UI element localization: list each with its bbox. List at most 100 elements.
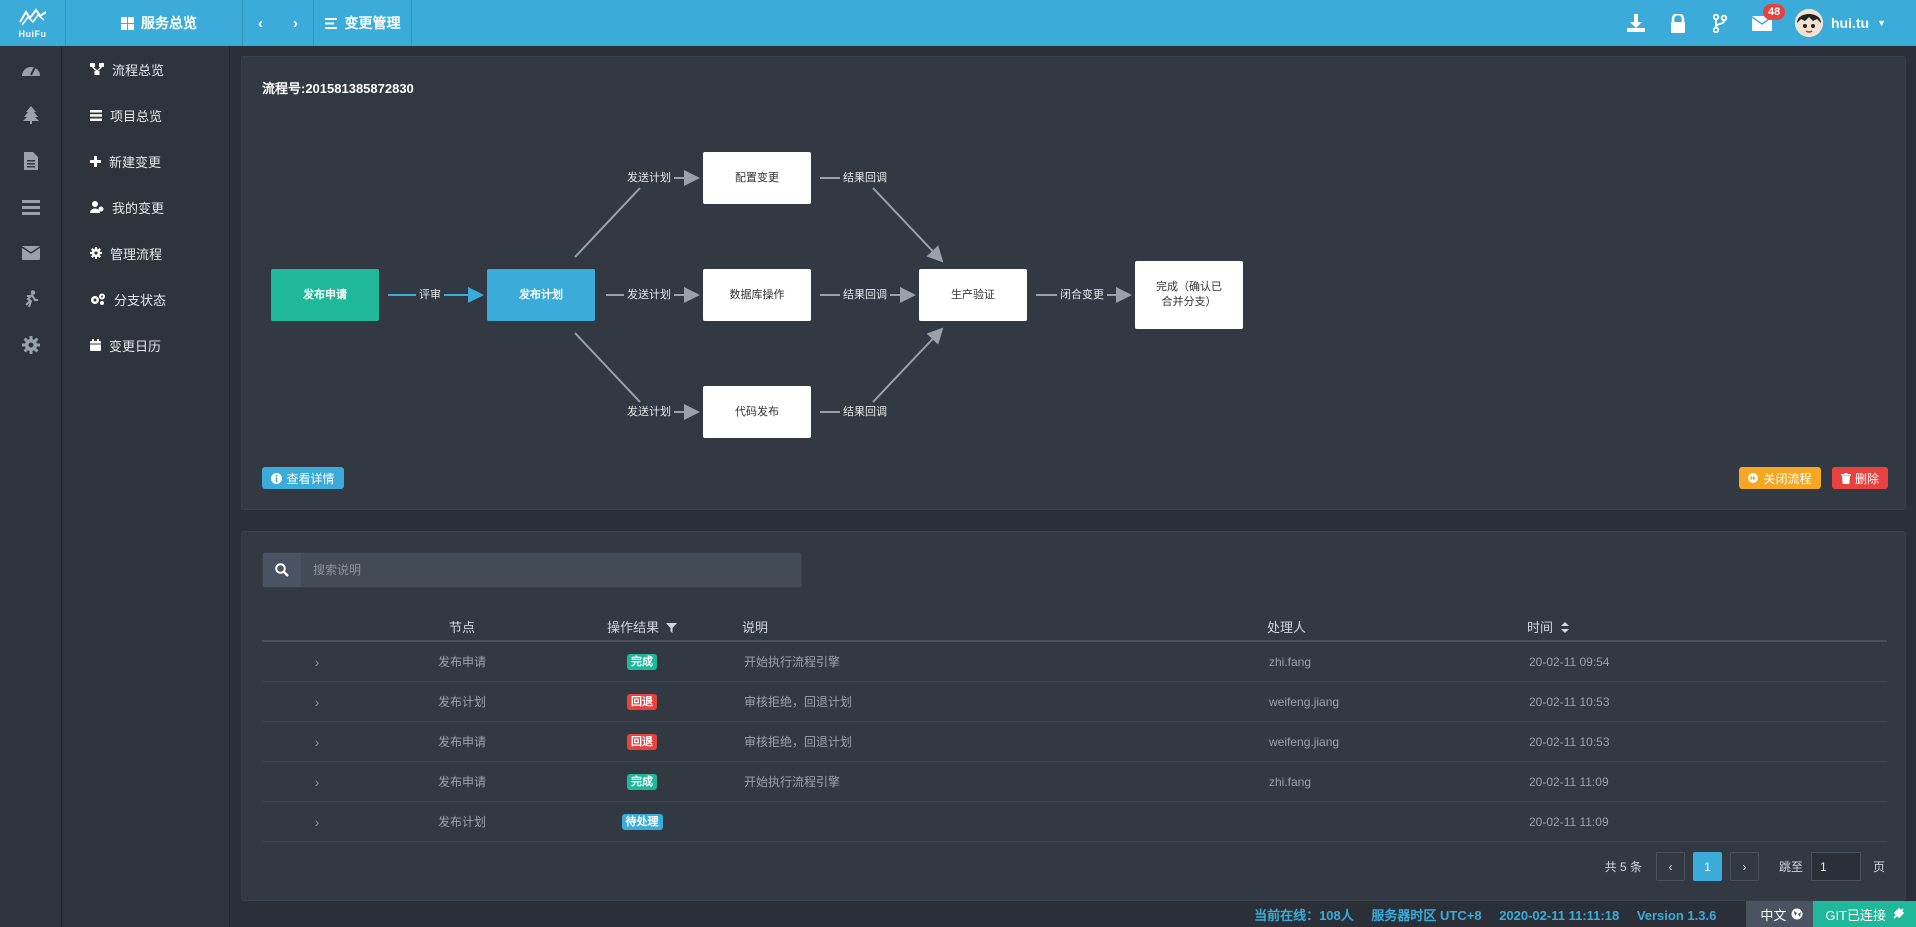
edge-label-callback: 结果回调	[840, 288, 890, 302]
table-row[interactable]: › 发布申请 完成 开始执行流程引擎 zhi.fang 20-02-11 09:…	[262, 642, 1887, 682]
menu-item-label: 项目总览	[110, 108, 163, 124]
mail-count-badge: 48	[1762, 4, 1786, 20]
lock-icon[interactable]	[1657, 0, 1699, 46]
envelope-icon[interactable]	[0, 230, 61, 276]
flow-node-done[interactable]: 完成（确认已 合并分支）	[1135, 261, 1243, 329]
prev-page-button[interactable]: ‹	[1655, 852, 1685, 881]
status-badge: 完成	[627, 773, 657, 790]
current-page-tab[interactable]: 变更管理	[314, 0, 412, 46]
menu-item-label: 新建变更	[109, 154, 162, 170]
cell-desc: 开始执行流程引擎	[744, 655, 841, 669]
menu-item-project-overview[interactable]: 项目总览	[62, 92, 229, 138]
settings-gear-icon[interactable]	[0, 322, 61, 368]
flow-node-config[interactable]: 配置变更	[703, 152, 811, 204]
expand-chevron-icon[interactable]: ›	[315, 654, 320, 670]
tasks-icon	[90, 109, 102, 121]
table-header: 节点 操作结果 说明 处理人 时间	[262, 612, 1887, 642]
col-header-handler: 处理人	[1267, 619, 1307, 635]
flow-node-apply[interactable]: 发布申请	[271, 269, 379, 321]
expand-chevron-icon[interactable]: ›	[315, 774, 320, 790]
cell-handler: weifeng.jiang	[1269, 694, 1340, 709]
logo[interactable]: HuiFu	[0, 0, 66, 46]
page-suffix: 页	[1872, 860, 1885, 874]
menu-sidebar: 流程总览 项目总览 新建变更 我的变更 管理流程 分支状态 变更日历	[62, 46, 230, 927]
current-page-label: 变更管理	[344, 15, 401, 31]
menu-item-manage-process[interactable]: 管理流程	[62, 230, 229, 276]
list-icon	[324, 17, 337, 29]
logo-text: HuiFu	[18, 28, 47, 39]
table-row[interactable]: › 发布申请 回退 审核拒绝，回退计划 weifeng.jiang 20-02-…	[262, 722, 1887, 762]
jump-page-input[interactable]	[1810, 852, 1861, 881]
expand-chevron-icon[interactable]: ›	[315, 814, 320, 830]
col-header-result[interactable]: 操作结果	[552, 617, 732, 636]
calendar-icon	[90, 339, 101, 351]
back-arrow-icon[interactable]: ‹	[249, 15, 273, 32]
view-detail-label: 查看详情	[286, 471, 335, 486]
mail-icon[interactable]: 48	[1741, 0, 1786, 46]
flow-node-code[interactable]: 代码发布	[703, 386, 811, 438]
expand-chevron-icon[interactable]: ›	[315, 694, 320, 710]
cell-handler: weifeng.jiang	[1269, 734, 1340, 749]
flow-node-plan[interactable]: 发布计划	[487, 269, 595, 321]
flow-panel: 流程号:201581385872830 发布申请 发布计划 配置变更 数据库操作…	[241, 56, 1906, 510]
search-icon[interactable]	[263, 553, 301, 587]
menu-item-label: 管理流程	[110, 246, 163, 262]
running-man-icon[interactable]	[0, 276, 61, 322]
delete-label: 删除	[1854, 471, 1879, 486]
edge-label-send-plan: 发送计划	[624, 171, 674, 185]
document-icon[interactable]	[0, 138, 61, 184]
forward-arrow-icon[interactable]: ›	[284, 15, 308, 32]
branch-icon[interactable]	[1699, 0, 1741, 46]
flow-node-verify[interactable]: 生产验证	[919, 269, 1027, 321]
sort-icon[interactable]	[1560, 621, 1569, 633]
download-icon[interactable]	[1615, 0, 1657, 46]
cell-time: 20-02-11 11:09	[1529, 774, 1609, 789]
server-timezone: 服务器时区 UTC+8	[1371, 907, 1482, 923]
col-header-time[interactable]: 时间	[1517, 617, 1767, 636]
history-table: 节点 操作结果 说明 处理人 时间 › 发布申请 完成 开始执行流程引擎 zhi…	[262, 612, 1887, 842]
language-switch[interactable]: 中文	[1746, 901, 1814, 927]
search-input[interactable]	[301, 553, 801, 587]
service-overview-button[interactable]: 服务总览	[76, 0, 243, 46]
top-right-tools: 48 hui.tu ▼	[1615, 0, 1916, 46]
server-datetime: 2020-02-11 11:11:18	[1499, 907, 1620, 923]
page-button[interactable]: 1	[1692, 852, 1722, 881]
user-menu[interactable]: hui.tu ▼	[1783, 0, 1916, 46]
dashboard-icon[interactable]	[0, 46, 61, 92]
view-detail-button[interactable]: 查看详情	[262, 467, 344, 489]
status-footer: 当前在线：108人 服务器时区 UTC+8 2020-02-11 11:11:1…	[230, 901, 1916, 927]
menu-item-my-changes[interactable]: 我的变更	[62, 184, 229, 230]
search-box	[262, 552, 802, 588]
tree-icon[interactable]	[0, 92, 61, 138]
menu-item-process-overview[interactable]: 流程总览	[62, 46, 229, 92]
close-process-label: 关闭流程	[1763, 471, 1812, 486]
table-row[interactable]: › 发布计划 回退 审核拒绝，回退计划 weifeng.jiang 20-02-…	[262, 682, 1887, 722]
menu-item-change-calendar[interactable]: 变更日历	[62, 322, 229, 368]
filter-icon[interactable]	[665, 622, 677, 633]
language-label: 中文	[1760, 907, 1787, 923]
menu-item-new-change[interactable]: 新建变更	[62, 138, 229, 184]
git-status[interactable]: GIT已连接	[1813, 901, 1916, 927]
cog-icon	[90, 247, 102, 259]
flow-node-db[interactable]: 数据库操作	[703, 269, 811, 321]
service-overview-label: 服务总览	[141, 15, 197, 31]
menu-item-label: 我的变更	[112, 200, 165, 216]
app-version: Version 1.3.6	[1636, 907, 1717, 923]
edge-label-send-plan: 发送计划	[624, 405, 674, 419]
menu-item-branch-status[interactable]: 分支状态	[62, 276, 229, 322]
table-row[interactable]: › 发布申请 完成 开始执行流程引擎 zhi.fang 20-02-11 11:…	[262, 762, 1887, 802]
table-row[interactable]: › 发布计划 待处理 20-02-11 11:09	[262, 802, 1887, 842]
close-process-button[interactable]: 关闭流程	[1739, 467, 1821, 489]
dashboard-grid-icon	[121, 16, 134, 30]
next-page-button[interactable]: ›	[1729, 852, 1759, 881]
list-menu-icon[interactable]	[0, 184, 61, 230]
edge-label-close-change: 闭合变更	[1057, 288, 1107, 302]
expand-chevron-icon[interactable]: ›	[315, 734, 320, 750]
history-nav: ‹ ›	[243, 0, 314, 46]
col-header-node: 节点	[448, 619, 475, 635]
cell-node: 发布申请	[437, 655, 486, 669]
cell-desc: 开始执行流程引擎	[744, 775, 841, 789]
sitemap-icon	[90, 63, 104, 75]
online-count: 当前在线：108人	[1254, 907, 1354, 923]
delete-button[interactable]: 删除	[1832, 467, 1888, 489]
